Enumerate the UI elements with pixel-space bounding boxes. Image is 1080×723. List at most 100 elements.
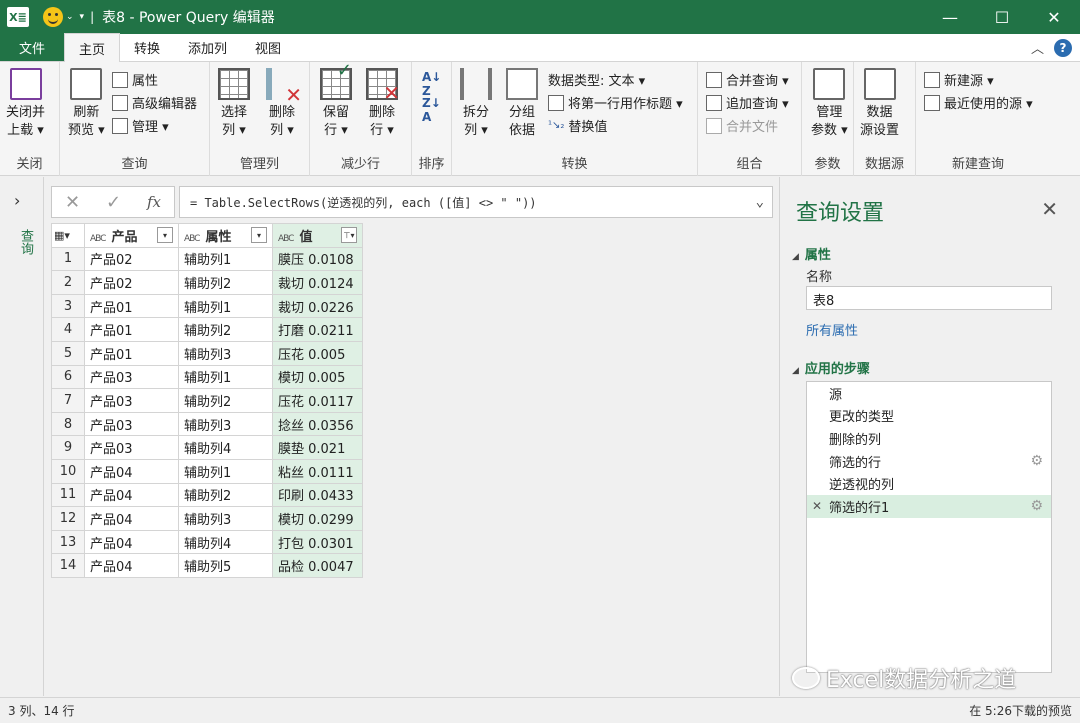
row-number[interactable]: 3: [51, 293, 85, 319]
keep-rows-button[interactable]: 保留 行 ▾: [320, 62, 352, 140]
cell-attribute[interactable]: 辅助列1: [178, 293, 273, 319]
cell-value[interactable]: 打磨 0.0211: [272, 317, 363, 342]
cell-product[interactable]: 产品04: [84, 553, 179, 578]
table-row[interactable]: 5 产品01 辅助列3 压花 0.005: [51, 340, 363, 366]
table-menu-button[interactable]: ▦▾: [51, 223, 85, 248]
close-window-button[interactable]: ✕: [1028, 0, 1080, 34]
cell-attribute[interactable]: 辅助列2: [178, 482, 273, 508]
cell-value[interactable]: 捻丝 0.0356: [272, 411, 363, 437]
steps-section-header[interactable]: ◢ 应用的步骤: [792, 358, 870, 377]
table-row[interactable]: 4 产品01 辅助列2 打磨 0.0211: [51, 317, 363, 342]
cell-product[interactable]: 产品01: [84, 340, 179, 366]
cell-value[interactable]: 膜压 0.0108: [272, 246, 363, 272]
collapse-triangle-icon[interactable]: ◢: [792, 252, 799, 262]
first-row-header-button[interactable]: 将第一行用作标题 ▾: [548, 93, 683, 112]
combine-files-button[interactable]: 合并文件: [706, 116, 778, 135]
sort-descending-icon[interactable]: Z↓ A: [422, 96, 441, 124]
queries-pane-label[interactable]: 查询: [16, 229, 35, 255]
cell-attribute[interactable]: 辅助列3: [178, 411, 273, 437]
cell-product[interactable]: 产品03: [84, 411, 179, 437]
row-number[interactable]: 7: [51, 388, 85, 413]
feedback-smiley-icon[interactable]: [43, 7, 63, 27]
split-column-button[interactable]: 拆分 列 ▾: [460, 68, 492, 140]
row-number[interactable]: 10: [51, 458, 85, 484]
sort-ascending-icon[interactable]: A↓ Z: [422, 70, 441, 98]
step-settings-gear-icon[interactable]: ⚙: [1030, 498, 1043, 514]
cell-attribute[interactable]: 辅助列4: [178, 435, 273, 460]
formula-input[interactable]: = Table.SelectRows(逆透视的列, each ([值] <> "…: [179, 186, 773, 218]
cell-value[interactable]: 模切 0.0299: [272, 506, 363, 531]
table-row[interactable]: 13 产品04 辅助列4 打包 0.0301: [51, 529, 363, 555]
quick-access-dropdown-icon[interactable]: ⌄: [66, 12, 74, 22]
step-item[interactable]: 更改的类型: [807, 405, 1051, 428]
row-number[interactable]: 13: [51, 529, 85, 555]
cell-value[interactable]: 模切 0.005: [272, 364, 363, 390]
cell-attribute[interactable]: 辅助列2: [178, 317, 273, 342]
tab-transform[interactable]: 转换: [120, 33, 174, 61]
cell-attribute[interactable]: 辅助列2: [178, 388, 273, 413]
cell-product[interactable]: 产品04: [84, 506, 179, 531]
fx-icon[interactable]: fx: [147, 193, 161, 211]
close-apply-button[interactable]: 关闭并 上载 ▾: [6, 68, 45, 140]
filter-dropdown-icon[interactable]: ▾: [251, 227, 267, 244]
table-row[interactable]: 11 产品04 辅助列2 印刷 0.0433: [51, 482, 363, 508]
row-number[interactable]: 14: [51, 553, 85, 578]
step-item[interactable]: 筛选的行 ⚙: [807, 450, 1051, 473]
table-row[interactable]: 2 产品02 辅助列2 裁切 0.0124: [51, 270, 363, 295]
cell-attribute[interactable]: 辅助列1: [178, 364, 273, 390]
expand-chevron-icon[interactable]: ›: [14, 191, 20, 210]
datasource-settings-button[interactable]: 数据 源设置: [860, 68, 899, 140]
step-item[interactable]: 逆透视的列: [807, 472, 1051, 495]
collapse-ribbon-icon[interactable]: ︿: [1031, 38, 1044, 57]
column-header-value[interactable]: ABC 值 ⊤▾: [272, 223, 363, 248]
row-number[interactable]: 2: [51, 270, 85, 295]
row-number[interactable]: 1: [51, 246, 85, 272]
close-settings-icon[interactable]: ✕: [1041, 197, 1058, 221]
row-number[interactable]: 11: [51, 482, 85, 508]
step-item-selected[interactable]: ✕ 筛选的行1 ⚙: [807, 494, 1051, 518]
table-row[interactable]: 14 产品04 辅助列5 品检 0.0047: [51, 553, 363, 578]
confirm-formula-icon[interactable]: ✓: [106, 192, 121, 213]
advanced-editor-button[interactable]: 高级编辑器: [112, 93, 197, 112]
customize-toolbar-icon[interactable]: ▾: [80, 12, 85, 22]
filter-active-icon[interactable]: ⊤▾: [341, 227, 357, 244]
cell-value[interactable]: 印刷 0.0433: [272, 482, 363, 508]
cell-value[interactable]: 压花 0.0117: [272, 388, 363, 413]
cell-attribute[interactable]: 辅助列1: [178, 458, 273, 484]
remove-columns-button[interactable]: 删除 列 ▾: [266, 68, 302, 140]
cell-product[interactable]: 产品04: [84, 458, 179, 484]
step-item[interactable]: 源: [807, 382, 1051, 405]
row-number[interactable]: 9: [51, 435, 85, 460]
table-row[interactable]: 3 产品01 辅助列1 裁切 0.0226: [51, 293, 363, 319]
cell-attribute[interactable]: 辅助列5: [178, 553, 273, 578]
cell-value[interactable]: 粘丝 0.0111: [272, 458, 363, 484]
data-type-dropdown[interactable]: 数据类型: 文本 ▾: [548, 70, 645, 89]
row-number[interactable]: 8: [51, 411, 85, 437]
table-row[interactable]: 8 产品03 辅助列3 捻丝 0.0356: [51, 411, 363, 437]
row-number[interactable]: 4: [51, 317, 85, 342]
new-source-button[interactable]: 新建源 ▾: [924, 70, 994, 89]
refresh-preview-button[interactable]: 刷新 预览 ▾: [68, 68, 105, 140]
group-by-button[interactable]: 分组 依据: [506, 68, 538, 140]
table-row[interactable]: 10 产品04 辅助列1 粘丝 0.0111: [51, 458, 363, 484]
cell-attribute[interactable]: 辅助列1: [178, 246, 273, 272]
cell-value[interactable]: 裁切 0.0124: [272, 270, 363, 295]
step-item[interactable]: 删除的列: [807, 427, 1051, 450]
append-queries-button[interactable]: 追加查询 ▾: [706, 93, 789, 112]
properties-button[interactable]: 属性: [112, 70, 158, 89]
cell-attribute[interactable]: 辅助列2: [178, 270, 273, 295]
step-settings-gear-icon[interactable]: ⚙: [1030, 453, 1043, 469]
query-name-input[interactable]: 表8: [806, 286, 1052, 310]
table-row[interactable]: 12 产品04 辅助列3 模切 0.0299: [51, 506, 363, 531]
cell-attribute[interactable]: 辅助列3: [178, 506, 273, 531]
manage-params-button[interactable]: 管理 参数 ▾: [811, 68, 848, 140]
remove-rows-button[interactable]: 删除 行 ▾: [366, 68, 400, 140]
cancel-formula-icon[interactable]: ✕: [65, 192, 80, 213]
manage-button[interactable]: 管理 ▾: [112, 116, 169, 135]
recent-sources-button[interactable]: 最近使用的源 ▾: [924, 93, 1033, 112]
cell-product[interactable]: 产品01: [84, 293, 179, 319]
tab-add-column[interactable]: 添加列: [174, 33, 241, 61]
cell-value[interactable]: 品检 0.0047: [272, 553, 363, 578]
cell-product[interactable]: 产品01: [84, 317, 179, 342]
cell-value[interactable]: 裁切 0.0226: [272, 293, 363, 319]
